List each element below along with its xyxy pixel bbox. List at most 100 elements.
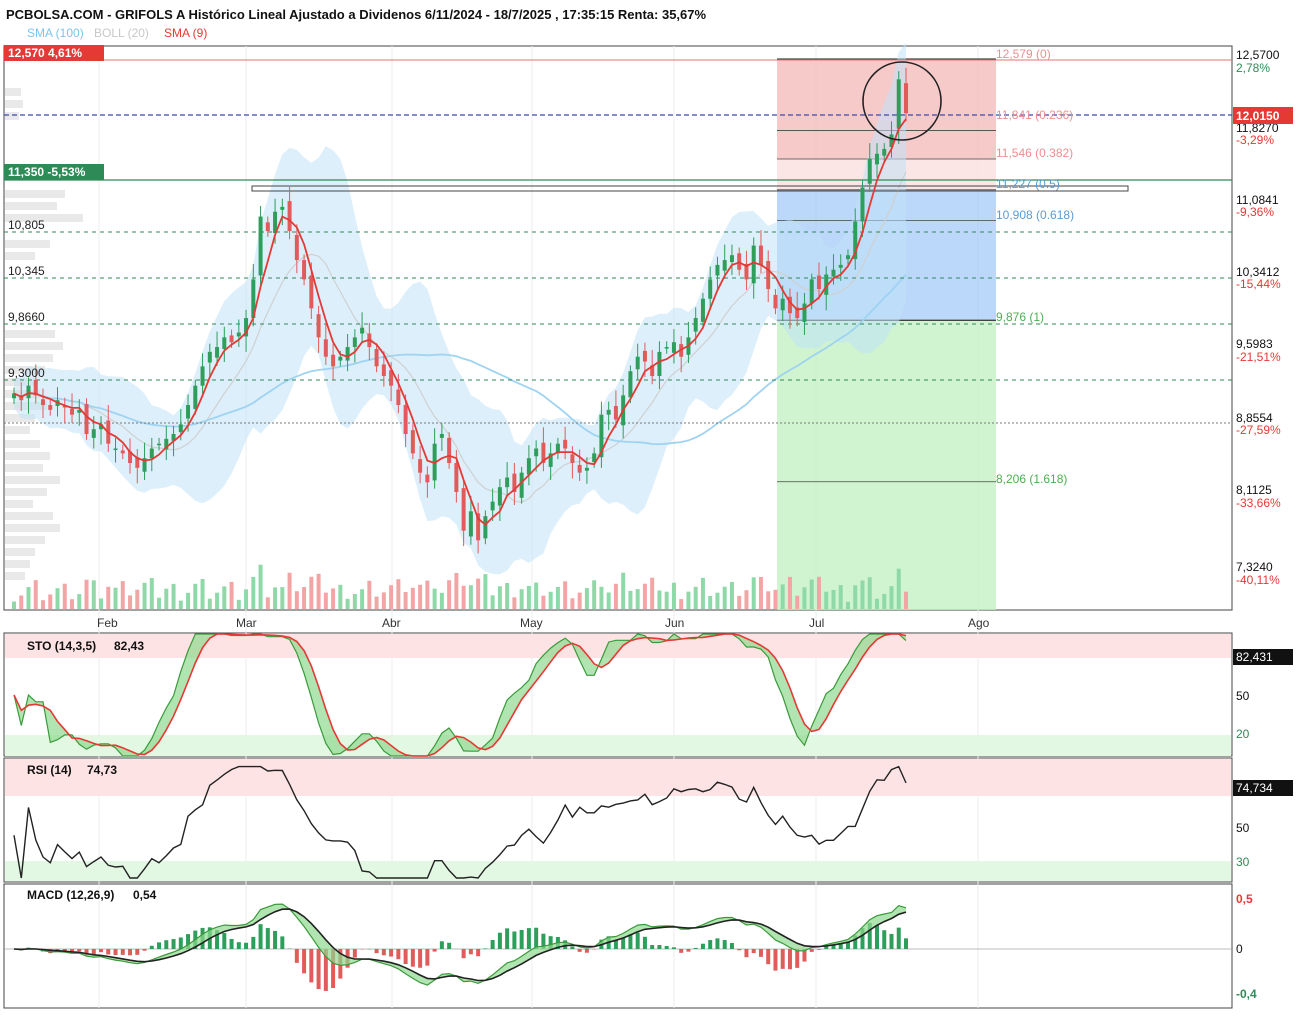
macd-hist-bar xyxy=(375,949,379,953)
macd-hist-bar xyxy=(570,947,574,949)
volume-bar xyxy=(63,584,67,609)
volume-bar xyxy=(266,597,270,609)
volume-bar xyxy=(483,574,487,609)
candle-body xyxy=(288,201,292,231)
macd-hist-bar xyxy=(121,949,125,955)
macd-hist-bar xyxy=(425,949,429,966)
candle-body xyxy=(469,511,473,536)
macd-hist-bar xyxy=(723,940,727,949)
macd-hist-bar xyxy=(665,946,669,949)
fib-label-0618: 10,908 (0.618) xyxy=(996,208,1074,222)
price-tick-4: 9,5983 xyxy=(1236,337,1273,351)
volume-bar xyxy=(12,602,16,610)
macd-hist-bar xyxy=(701,944,705,949)
pct-tick-3: -15,44% xyxy=(1236,277,1281,291)
candle-body xyxy=(150,449,154,459)
pct-tick-5: -27,59% xyxy=(1236,423,1281,437)
volume-bar xyxy=(556,587,560,609)
volume-bar xyxy=(498,586,502,609)
volume-bar xyxy=(868,577,872,609)
macd-fill xyxy=(14,904,906,985)
candle-body xyxy=(208,352,212,363)
volume-bar xyxy=(280,587,284,609)
volume-bar xyxy=(875,599,879,609)
volume-bar xyxy=(288,573,292,609)
volume-bar xyxy=(802,587,806,609)
volume-bar xyxy=(447,580,451,609)
candle-body xyxy=(259,217,263,276)
volume-bar xyxy=(259,565,263,609)
volume-bar xyxy=(860,581,864,610)
volume-bar xyxy=(237,600,241,609)
candle-body xyxy=(563,440,567,449)
volume-bar xyxy=(150,578,154,609)
volume-bar xyxy=(672,583,676,609)
candle-body xyxy=(237,333,241,337)
macd-hist-bar xyxy=(251,937,255,949)
volume-bar xyxy=(563,581,567,609)
macd-hist-bar xyxy=(77,949,81,951)
macd-hist-bar xyxy=(172,939,176,949)
macd-hist-bar xyxy=(447,943,451,949)
macd-hist-bar xyxy=(433,949,437,952)
volume-bar xyxy=(512,597,516,609)
candle-body xyxy=(672,342,676,353)
fib-label-1618: 8,206 (1.618) xyxy=(996,472,1067,486)
candle-body xyxy=(317,314,321,337)
candle-body xyxy=(614,406,618,420)
candle-body xyxy=(701,299,705,322)
candle-body xyxy=(396,390,400,405)
volume-bar xyxy=(454,573,458,609)
volume-bar xyxy=(694,587,698,609)
volume-bar xyxy=(773,590,777,609)
candle-body xyxy=(759,246,763,265)
rsi-oversold-zone xyxy=(5,861,1231,881)
macd-hist-bar xyxy=(737,949,741,950)
macd-hist-bar xyxy=(578,949,582,952)
macd-hist-bar xyxy=(273,931,277,949)
candle-body xyxy=(230,335,234,342)
candle-body xyxy=(505,478,509,488)
volume-bar xyxy=(715,593,719,609)
fibonacci-labels: 12,579 (0) 11,841 (0.236) 11,546 (0.382)… xyxy=(996,47,1074,486)
volume-bar xyxy=(759,577,763,609)
volume-bar xyxy=(846,602,850,609)
month-label-mar: Mar xyxy=(236,616,257,630)
volume-bar xyxy=(433,589,437,609)
volume-bar xyxy=(882,594,886,609)
fib-label-0382: 11,546 (0.382) xyxy=(996,146,1073,160)
candle-body xyxy=(527,458,531,474)
macd-hist-bar xyxy=(904,938,908,949)
volume-bar xyxy=(411,588,415,609)
volume-bar xyxy=(708,596,712,609)
candle-body xyxy=(897,79,901,128)
macd-hist-bar xyxy=(650,945,654,949)
candle-body xyxy=(708,279,712,298)
macd-tick-zero: 0 xyxy=(1236,942,1243,956)
volume-bar xyxy=(404,592,408,609)
candle-body xyxy=(578,465,582,473)
pct-tick-0: 2,78% xyxy=(1236,61,1270,75)
macd-tick-neg: -0,4 xyxy=(1236,987,1257,1001)
macd-label: MACD (12,26,9) xyxy=(27,888,114,902)
macd-hist-bar xyxy=(498,933,502,949)
sto-value: 82,43 xyxy=(114,639,144,653)
macd-hist-bar xyxy=(295,949,299,963)
volume-bar xyxy=(99,599,103,610)
macd-hist-bar xyxy=(309,949,313,982)
fib-label-05: 11,227 (0.5) xyxy=(996,177,1060,191)
volume-bar xyxy=(657,591,661,610)
candle-body xyxy=(882,149,886,156)
macd-hist-bar xyxy=(766,949,770,964)
chart-container: PCBOLSA.COM - GRIFOLS A Histórico Lineal… xyxy=(0,0,1299,1013)
macd-hist-bar xyxy=(353,949,357,958)
sto-label: STO (14,3,5) xyxy=(27,639,96,653)
price-tick-7: 7,3240 xyxy=(1236,560,1273,574)
volume-bar xyxy=(302,587,306,609)
volume-bar xyxy=(788,577,792,609)
volume-bar xyxy=(273,587,277,609)
month-label-ago: Ago xyxy=(968,616,990,630)
candle-body xyxy=(266,222,270,231)
volume-bar xyxy=(614,584,618,609)
volume-bar xyxy=(34,580,38,609)
